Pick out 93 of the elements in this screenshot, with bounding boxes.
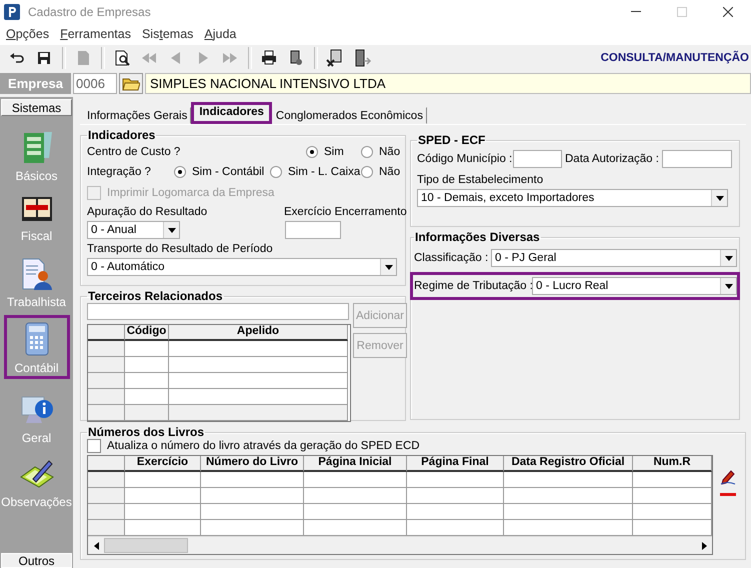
dropdown[interactable]: 0 - Automático: [87, 258, 397, 276]
scrollbar-thumb[interactable]: [104, 538, 188, 553]
column-header: Página Final: [407, 456, 504, 472]
checkbox[interactable]: Atualiza o número do livro através da geração do SPED ECD: [87, 439, 739, 453]
table-cell: [125, 373, 169, 389]
field-label: Código Município :: [417, 153, 513, 165]
first-icon: [141, 50, 157, 66]
row-header: [88, 520, 125, 536]
radio-button[interactable]: Sim: [306, 146, 361, 158]
field-label: Data Autorização :: [565, 153, 660, 165]
caret-icon: [716, 196, 724, 200]
preview-icon: [114, 50, 130, 66]
field-label: Tipo de Estabelecimento: [417, 174, 544, 186]
column-header: Número do Livro: [201, 456, 304, 472]
dropdown[interactable]: 10 - Demais, exceto Importadores: [417, 189, 728, 207]
field-label: Transporte do Resultado de Período: [87, 243, 274, 255]
company-code-field[interactable]: 0006: [73, 73, 117, 94]
scroll-right-icon[interactable]: [702, 542, 707, 550]
input-field[interactable]: [513, 150, 562, 168]
field-label: Centro de Custo ?: [87, 146, 182, 158]
table-cell: [125, 357, 169, 373]
undo-icon: [9, 50, 25, 66]
radio-button[interactable]: Não: [361, 166, 400, 178]
company-name-field[interactable]: SIMPLES NACIONAL INTENSIVO LTDA: [145, 73, 751, 94]
print-icon: [261, 50, 277, 66]
table-cell: [125, 341, 169, 357]
column-header: Código: [125, 325, 169, 341]
company-label: Empresa: [0, 73, 71, 94]
document-icon: [75, 50, 91, 66]
tab[interactable]: Indicadores: [191, 102, 272, 124]
pencil-icon[interactable]: [720, 469, 736, 485]
table-cell: [125, 405, 169, 421]
sidebar-footer[interactable]: Outros: [1, 553, 72, 568]
group-title: Informações Diversas: [414, 230, 541, 244]
scroll-left-icon[interactable]: [94, 542, 98, 550]
row-header: [88, 389, 125, 405]
field-label: Regime de Tributação :: [414, 280, 532, 292]
menu-item[interactable]: Opções: [2, 26, 54, 40]
mode-label: CONSULTA/MANUTENÇÃO: [600, 52, 749, 64]
folder-icon: [122, 76, 140, 90]
group-title: SPED - ECF: [417, 133, 486, 147]
open-folder-button[interactable]: [119, 73, 143, 94]
row-header: [88, 341, 125, 357]
row-header: [88, 357, 125, 373]
dropdown[interactable]: 0 - PJ Geral: [491, 249, 737, 267]
dropdown[interactable]: 0 - Anual: [87, 221, 180, 239]
group-title: Números dos Livros: [87, 425, 206, 439]
row-header: [88, 373, 125, 389]
horizontal-scrollbar[interactable]: [88, 536, 712, 554]
row-header: [88, 405, 125, 421]
dropdown[interactable]: 0 - Lucro Real: [532, 277, 737, 295]
row-header: [88, 488, 125, 504]
field-label: Integração ?: [87, 166, 152, 178]
close-icon: [723, 6, 733, 16]
field-label: Apuração do Resultado: [87, 206, 208, 218]
field-label: Classificação :: [414, 252, 490, 264]
input-field[interactable]: [662, 150, 732, 168]
column-header: Apelido: [169, 325, 348, 341]
input-field[interactable]: [285, 221, 341, 239]
calculator-icon: [22, 321, 50, 357]
group-title: Indicadores: [87, 128, 156, 142]
input-field[interactable]: [87, 303, 349, 320]
field-label: Exercício Encerramento: [284, 206, 407, 218]
window-title: Cadastro de Empresas: [28, 4, 151, 18]
row-header: [88, 456, 125, 472]
caret-icon: [724, 284, 732, 288]
save-icon: [36, 50, 52, 66]
row-header: [88, 472, 125, 488]
minimize-icon: [631, 11, 641, 12]
column-header: Exercício: [125, 456, 201, 472]
table-cell: [125, 389, 169, 405]
row-header: [88, 504, 125, 520]
caret-icon: [168, 228, 176, 232]
caret-icon: [384, 264, 392, 270]
maximize-icon: [677, 6, 687, 16]
radio-button[interactable]: Sim - L. Caixa: [270, 166, 361, 178]
menu-item[interactable]: Ajuda: [200, 26, 240, 40]
column-header: Num.R: [633, 456, 712, 472]
last-icon: [222, 50, 238, 66]
app-logo-icon: [4, 4, 20, 20]
caret-icon: [724, 256, 732, 260]
radio-button[interactable]: Sim - Contábil: [174, 166, 270, 178]
group-title: Terceiros Relacionados: [87, 289, 224, 303]
column-header: Página Inicial: [304, 456, 407, 472]
menu-item[interactable]: Ferramentas: [56, 26, 135, 40]
person-document-icon: [20, 257, 54, 291]
minus-icon[interactable]: [720, 493, 736, 496]
column-header: Data Registro Oficial: [504, 456, 633, 472]
report-icon: [288, 50, 304, 66]
row-header: [88, 325, 125, 341]
sidebar-header[interactable]: Sistemas: [1, 99, 72, 116]
menu-item[interactable]: Sistemas: [138, 26, 198, 40]
radio-button[interactable]: Não: [361, 146, 400, 158]
